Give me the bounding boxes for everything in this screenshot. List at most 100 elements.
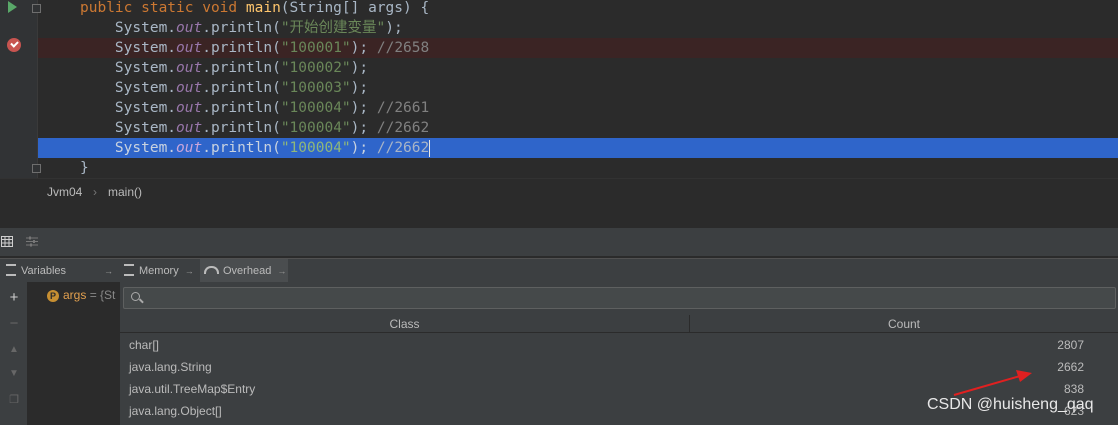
column-header-count[interactable]: Count bbox=[690, 315, 1118, 333]
code-token: } bbox=[80, 160, 89, 176]
list-icon bbox=[6, 264, 16, 277]
pin-icon[interactable]: → bbox=[104, 259, 113, 283]
list-icon bbox=[124, 264, 134, 277]
code-line[interactable]: System.out.println("100004"); //2662 bbox=[38, 138, 1118, 158]
memory-search-field[interactable] bbox=[123, 287, 1116, 309]
pin-icon[interactable]: → bbox=[185, 266, 194, 276]
debug-left-rail: + − ▲ ▼ ❐ bbox=[0, 282, 28, 425]
code-line[interactable]: System.out.println("100003"); bbox=[38, 78, 1118, 98]
watermark: CSDN @huisheng_qaq bbox=[927, 396, 1094, 413]
code-token: "开始创建变量" bbox=[280, 20, 386, 36]
text-caret bbox=[429, 139, 431, 157]
code-token: (String[] args) { bbox=[280, 0, 430, 16]
copy-icon[interactable]: ❐ bbox=[6, 392, 22, 408]
code-line[interactable]: public static void main(String[] args) { bbox=[38, 0, 1118, 18]
code-line[interactable]: System.out.println("100004"); //2661 bbox=[38, 98, 1118, 118]
gauge-icon bbox=[204, 266, 219, 275]
code-token: "100004" bbox=[280, 100, 351, 116]
tab-overhead-label: Overhead bbox=[223, 265, 272, 277]
code-token: ); bbox=[350, 120, 377, 136]
code-line-text: System.out.println("100004"); //2662 bbox=[80, 118, 429, 138]
code-line[interactable]: System.out.println("100002"); bbox=[38, 58, 1118, 78]
class-name-cell: java.lang.String bbox=[129, 360, 212, 374]
search-icon bbox=[131, 292, 140, 301]
table-row[interactable]: char[] 2807 bbox=[120, 334, 1118, 356]
code-token: //2662 bbox=[376, 140, 430, 156]
add-icon[interactable]: + bbox=[6, 290, 22, 306]
tab-overhead[interactable]: Overhead → bbox=[200, 259, 288, 283]
breadcrumb: Jvm04 › main() bbox=[0, 178, 1118, 205]
variables-panel: Pargs = {St bbox=[27, 282, 119, 425]
code-token: .println( bbox=[202, 40, 281, 56]
code-token: System. bbox=[80, 20, 177, 36]
code-line[interactable]: System.out.println("100004"); //2662 bbox=[38, 118, 1118, 138]
code-token: main bbox=[245, 0, 281, 16]
run-gutter-icon[interactable] bbox=[8, 1, 17, 13]
code-token: out bbox=[176, 60, 203, 76]
code-token: out bbox=[176, 140, 203, 156]
code-line[interactable]: } bbox=[38, 158, 1118, 178]
class-name-cell: java.lang.Object[] bbox=[129, 404, 222, 418]
breadcrumb-method[interactable]: main() bbox=[108, 185, 142, 199]
code-token: System. bbox=[80, 40, 177, 56]
code-token: System. bbox=[80, 140, 177, 156]
code-token: ); bbox=[350, 60, 369, 76]
code-line[interactable]: System.out.println("开始创建变量"); bbox=[38, 18, 1118, 38]
code-token: ); bbox=[385, 20, 403, 36]
column-header-class[interactable]: Class bbox=[120, 315, 690, 333]
remove-icon[interactable]: − bbox=[6, 316, 22, 332]
variable-row[interactable]: Pargs = {St bbox=[47, 288, 115, 302]
tab-variables-label: Variables bbox=[21, 265, 67, 277]
tab-variables[interactable]: Variables → bbox=[6, 259, 118, 283]
code-line-text: System.out.println("100003"); bbox=[80, 78, 368, 98]
code-line-text: System.out.println("100004"); //2661 bbox=[80, 98, 429, 118]
code-token: public static void bbox=[80, 0, 246, 16]
settings-sliders-icon[interactable] bbox=[26, 236, 38, 247]
code-line-text: public static void main(String[] args) { bbox=[80, 0, 429, 18]
tab-memory[interactable]: Memory → bbox=[124, 259, 196, 283]
variable-name: args bbox=[63, 288, 87, 302]
code-token: "100004" bbox=[280, 140, 351, 156]
annotation-arrow bbox=[953, 370, 1032, 396]
code-line-text: System.out.println("开始创建变量"); bbox=[80, 18, 403, 38]
code-token: "100003" bbox=[280, 80, 351, 96]
code-token: ); bbox=[350, 80, 369, 96]
code-line-text: System.out.println("100002"); bbox=[80, 58, 368, 78]
tab-memory-label: Memory bbox=[139, 265, 179, 277]
editor-spacer bbox=[0, 204, 1118, 228]
code-editor[interactable]: public static void main(String[] args) {… bbox=[0, 0, 1118, 178]
breakpoint-icon[interactable] bbox=[7, 38, 21, 52]
code-token: .println( bbox=[202, 60, 281, 76]
code-token: //2658 bbox=[376, 40, 430, 56]
table-view-icon[interactable] bbox=[1, 236, 13, 247]
code-line-text: } bbox=[80, 158, 89, 178]
code-token: .println( bbox=[202, 140, 281, 156]
debug-tab-bar: Variables → Memory → Overhead → bbox=[0, 258, 1118, 283]
memory-search-input[interactable] bbox=[146, 289, 1110, 309]
code-token: System. bbox=[80, 100, 177, 116]
move-down-icon[interactable]: ▼ bbox=[6, 366, 22, 382]
class-name-cell: java.util.TreeMap$Entry bbox=[129, 382, 256, 396]
code-token: //2662 bbox=[376, 120, 430, 136]
code-token: "100002" bbox=[280, 60, 351, 76]
code-token: .println( bbox=[202, 20, 281, 36]
code-token: //2661 bbox=[376, 100, 430, 116]
pin-icon[interactable]: → bbox=[277, 266, 286, 276]
class-name-cell: char[] bbox=[129, 338, 160, 352]
code-token: .println( bbox=[202, 80, 281, 96]
code-line[interactable]: System.out.println("100001"); //2658 bbox=[38, 38, 1118, 58]
code-token: out bbox=[176, 20, 203, 36]
code-token: ); bbox=[350, 100, 377, 116]
code-token: out bbox=[176, 40, 203, 56]
code-token: out bbox=[176, 100, 203, 116]
debug-toolbar bbox=[0, 228, 1118, 257]
breadcrumb-separator: › bbox=[93, 185, 97, 199]
count-cell: 2662 bbox=[1057, 360, 1084, 374]
code-line-text: System.out.println("100004"); //2662 bbox=[80, 138, 431, 158]
editor-gutter[interactable] bbox=[0, 0, 41, 178]
breadcrumb-class[interactable]: Jvm04 bbox=[47, 185, 82, 199]
move-up-icon[interactable]: ▲ bbox=[6, 342, 22, 358]
code-token: System. bbox=[80, 80, 177, 96]
parameter-icon: P bbox=[47, 289, 59, 302]
code-token: "100004" bbox=[280, 120, 351, 136]
